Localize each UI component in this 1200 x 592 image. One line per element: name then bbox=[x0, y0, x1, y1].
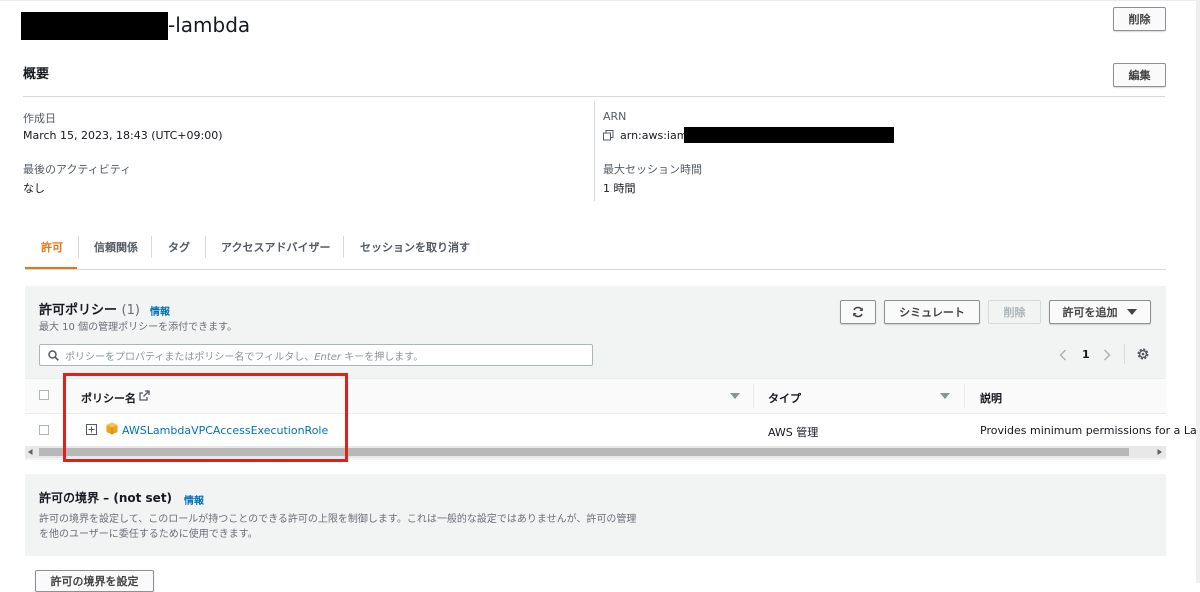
tabs-baseline bbox=[25, 269, 1166, 270]
scroll-left-arrow-icon[interactable] bbox=[28, 449, 33, 455]
policy-search-input[interactable]: ポリシーをプロパティまたはポリシー名でフィルタし、Enter キーを押します。 bbox=[39, 344, 593, 366]
boundary-title: 許可の境界 – (not set) bbox=[39, 491, 173, 505]
policy-description: Provides minimum permissions for a La bbox=[980, 424, 1197, 437]
tab-revoke-sessions[interactable]: セッションを取り消す bbox=[360, 239, 470, 255]
policies-title-text: 許可ポリシー bbox=[39, 303, 118, 318]
column-divider bbox=[753, 384, 754, 408]
last-activity-label: 最後のアクティビティ bbox=[23, 163, 132, 176]
tab-trust-relationships[interactable]: 信頼関係 bbox=[94, 239, 138, 255]
copy-icon[interactable] bbox=[603, 130, 614, 141]
add-permissions-button[interactable]: 許可を追加 bbox=[1049, 300, 1151, 324]
policies-info-link[interactable]: 情報 bbox=[150, 303, 170, 318]
gear-icon[interactable] bbox=[1136, 347, 1150, 361]
current-page[interactable]: 1 bbox=[1082, 348, 1090, 361]
search-icon bbox=[48, 350, 59, 361]
add-permissions-label: 許可を追加 bbox=[1062, 306, 1118, 319]
column-header-description[interactable]: 説明 bbox=[980, 390, 1002, 406]
delete-role-button[interactable]: 削除 bbox=[1113, 7, 1166, 31]
row-checkbox[interactable] bbox=[39, 425, 49, 435]
policies-title: 許可ポリシー (1) bbox=[39, 299, 140, 318]
sort-caret-icon[interactable] bbox=[730, 393, 740, 399]
column-divider bbox=[964, 384, 965, 408]
highlight-annotation bbox=[63, 373, 348, 462]
max-session-label: 最大セッション時間 bbox=[603, 163, 702, 176]
boundary-info-link[interactable]: 情報 bbox=[184, 492, 204, 507]
tab-tags[interactable]: タグ bbox=[168, 239, 190, 255]
select-all-checkbox[interactable] bbox=[39, 390, 49, 400]
tab-access-advisor[interactable]: アクセスアドバイザー bbox=[221, 239, 330, 255]
chevron-right-icon[interactable] bbox=[1103, 349, 1111, 361]
delete-policy-button[interactable]: 削除 bbox=[988, 300, 1041, 324]
tab-separator bbox=[78, 236, 79, 258]
scroll-right-arrow-icon[interactable] bbox=[1157, 449, 1162, 455]
tab-separator bbox=[151, 236, 152, 258]
role-name-suffix: -lambda bbox=[168, 13, 251, 37]
policies-count: (1) bbox=[121, 303, 140, 318]
arn-prefix: arn:aws:iam: bbox=[620, 129, 692, 142]
boundary-description-line1: 許可の境界を設定して、このロールが持つことのできる許可の上限を制御します。これは… bbox=[39, 514, 637, 525]
column-header-type[interactable]: タイプ bbox=[768, 390, 801, 406]
redacted-role-name bbox=[21, 12, 168, 40]
search-placeholder-text: ポリシーをプロパティまたはポリシー名でフィルタし、 bbox=[65, 352, 315, 363]
caret-down-icon bbox=[1126, 309, 1137, 315]
created-value: March 15, 2023, 18:43 (UTC+09:00) bbox=[23, 129, 223, 142]
tab-permissions[interactable]: 許可 bbox=[41, 239, 63, 255]
summary-title: 概要 bbox=[23, 67, 50, 82]
refresh-icon bbox=[853, 306, 863, 318]
edit-button[interactable]: 編集 bbox=[1113, 63, 1166, 87]
search-placeholder-key: Enter bbox=[314, 352, 342, 363]
boundary-description-line2: を他のユーザーに委任するために使用できます。 bbox=[39, 529, 258, 540]
redacted-arn bbox=[684, 127, 894, 143]
search-placeholder: ポリシーをプロパティまたはポリシー名でフィルタし、Enter キーを押します。 bbox=[65, 348, 423, 363]
refresh-button[interactable] bbox=[840, 300, 876, 324]
top-border bbox=[0, 0, 1200, 1]
pagination-divider bbox=[1124, 344, 1125, 364]
tab-separator bbox=[205, 236, 206, 258]
max-session-value: 1 時間 bbox=[603, 182, 636, 195]
simulate-button[interactable]: シミュレート bbox=[884, 300, 980, 324]
policy-type: AWS 管理 bbox=[768, 426, 819, 439]
summary-divider bbox=[23, 96, 1165, 97]
search-placeholder-text-end: キーを押します。 bbox=[341, 352, 424, 363]
summary-column-divider bbox=[594, 101, 595, 201]
arn-label: ARN bbox=[603, 110, 627, 123]
set-boundary-button[interactable]: 許可の境界を設定 bbox=[35, 570, 154, 592]
policies-subtitle: 最大 10 個の管理ポリシーを添付できます。 bbox=[39, 322, 238, 333]
created-label: 作成日 bbox=[23, 112, 56, 125]
last-activity-value: なし bbox=[23, 182, 45, 195]
tab-separator bbox=[343, 236, 344, 258]
chevron-left-icon[interactable] bbox=[1059, 349, 1067, 361]
sort-caret-icon[interactable] bbox=[940, 393, 950, 399]
right-edge bbox=[1196, 0, 1200, 583]
